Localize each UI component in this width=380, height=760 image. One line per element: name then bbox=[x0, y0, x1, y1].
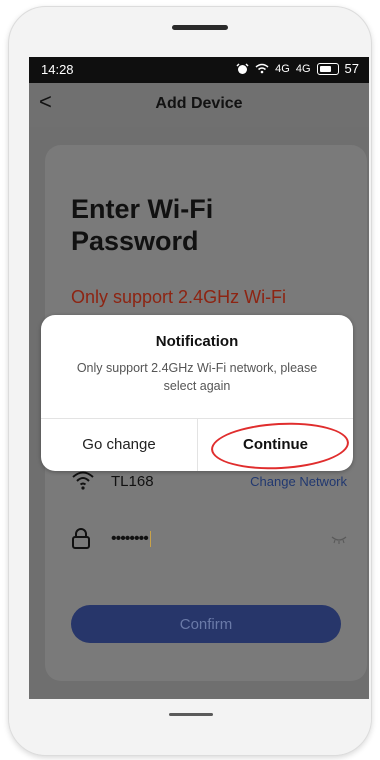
confirm-button[interactable]: Confirm bbox=[71, 605, 341, 643]
dialog-title: Notification bbox=[155, 333, 239, 350]
text-cursor bbox=[149, 530, 152, 547]
battery-icon bbox=[316, 62, 339, 75]
status-bar: 14:28 4G 4G 57 bbox=[29, 57, 369, 83]
signal-icon: 4G bbox=[295, 62, 311, 75]
lock-icon bbox=[72, 528, 90, 549]
notification-dialog: Notification Only support 2.4GHz Wi-Fi n… bbox=[41, 315, 353, 473]
continue-button[interactable]: Continue bbox=[198, 418, 353, 471]
status-icons: 4G 4G 57 bbox=[236, 61, 359, 76]
card-heading: Enter Wi-Fi Password bbox=[71, 194, 214, 256]
app-bar: < Add Device bbox=[29, 83, 369, 127]
eye-closed-icon[interactable] bbox=[331, 535, 347, 545]
signal-icon: 4G bbox=[275, 62, 290, 75]
go-change-button[interactable]: Go change bbox=[41, 418, 197, 471]
wifi-status-icon bbox=[255, 63, 269, 74]
battery-level: 57 bbox=[344, 61, 359, 76]
home-indicator[interactable] bbox=[169, 713, 213, 716]
phone-speaker bbox=[172, 25, 228, 30]
wifi-network-row: TL168 Change Network bbox=[71, 469, 347, 495]
page-title: Add Device bbox=[155, 95, 243, 112]
phone-frame: 14:28 4G 4G 57 < Add Device Enter Wi-Fi … bbox=[8, 6, 372, 756]
alarm-icon bbox=[236, 62, 249, 74]
wifi-icon bbox=[72, 471, 94, 490]
dialog-message: Only support 2.4GHz Wi-Fi network, pleas… bbox=[76, 361, 318, 393]
change-network-link[interactable]: Change Network bbox=[250, 474, 347, 489]
password-input[interactable]: •••••••• bbox=[111, 530, 152, 548]
frequency-warning: Only support 2.4GHz Wi-Fi bbox=[71, 287, 287, 307]
screen: 14:28 4G 4G 57 < Add Device Enter Wi-Fi … bbox=[29, 57, 369, 699]
wifi-name: TL168 bbox=[111, 473, 154, 490]
navigation-bar bbox=[9, 699, 371, 755]
status-time: 14:28 bbox=[41, 62, 74, 77]
password-mask: •••••••• bbox=[111, 530, 149, 547]
password-field[interactable]: •••••••• bbox=[71, 527, 347, 555]
